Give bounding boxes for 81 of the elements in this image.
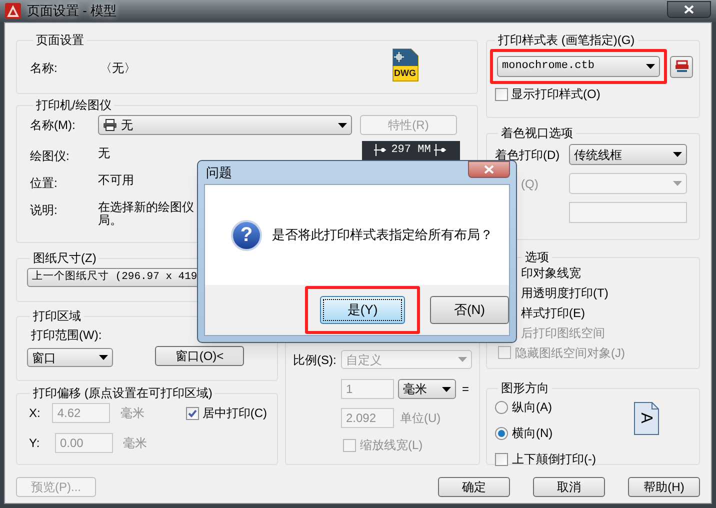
message-text: 是否将此打印样式表指定给所有布局？ — [272, 226, 493, 244]
label: 显示打印样式(O) — [511, 86, 600, 103]
dialog-title: 问题 — [206, 164, 232, 182]
dropdown[interactable]: 传统线框 — [569, 144, 687, 165]
label: 说明: — [30, 202, 58, 219]
label: 上下颠倒打印(-) — [512, 451, 596, 468]
caret-icon — [338, 122, 347, 128]
caret-icon — [458, 357, 467, 362]
page-letter: A — [637, 412, 654, 424]
group-title: 打印区域 — [32, 308, 82, 324]
group-title: 图纸尺寸(Z) — [32, 250, 98, 266]
label: 〈无〉 — [100, 60, 136, 77]
dropdown[interactable]: monochrome.ctb — [497, 56, 660, 77]
group-title: 打印样式表 (画笔指定)(G) — [497, 32, 636, 48]
label: 毫米 — [120, 405, 144, 422]
dimension-marker-icon — [434, 144, 448, 156]
button[interactable]: 取消 — [533, 477, 605, 497]
style-edit-button[interactable] — [670, 56, 693, 78]
button[interactable]: 确定 — [438, 477, 510, 497]
label: 样式打印(E) — [521, 304, 585, 322]
label: 着色打印(D) — [495, 146, 561, 164]
label: 隐藏图纸空间对象(J) — [515, 344, 625, 362]
label: 位置: — [30, 175, 58, 192]
group-title: 图形方向 — [500, 380, 550, 396]
label: = — [462, 381, 470, 398]
checkbox[interactable] — [495, 88, 508, 100]
window-title: 页面设置 - 模型 — [27, 2, 117, 20]
value-text: 不可用 — [98, 174, 134, 187]
value-text: 无 — [98, 147, 110, 160]
printer-icon — [103, 119, 117, 131]
label: 打印范围(W): — [31, 327, 103, 344]
caret-icon — [99, 355, 108, 360]
caret-icon — [673, 152, 682, 157]
label: X: — [29, 405, 42, 422]
label: 绘图仪: — [30, 148, 70, 165]
dropdown[interactable]: 窗口 — [27, 348, 113, 367]
label: 用透明度打印(T) — [521, 284, 608, 302]
file-icon — [391, 48, 419, 82]
group-title: 打印机/绘图仪 — [35, 97, 112, 113]
label: 名称: — [30, 60, 58, 77]
label: 后打印图纸空间 — [521, 324, 605, 342]
caret-icon — [442, 386, 451, 392]
radio-button[interactable] — [495, 426, 508, 440]
icon-label: DWG — [394, 68, 416, 78]
label: Y: — [29, 435, 41, 452]
label: 缩放线宽(L) — [360, 437, 423, 454]
checkbox[interactable] — [495, 452, 508, 466]
question-icon: ? — [231, 220, 262, 250]
window-button[interactable]: 窗口(O)< — [155, 346, 244, 366]
label: 名称(M): — [30, 117, 76, 134]
dimension-label: 297 MM — [391, 144, 431, 156]
button[interactable]: 帮助(H) — [628, 477, 700, 497]
checkbox[interactable] — [186, 406, 200, 420]
label: 横向(N) — [512, 425, 553, 442]
label: 纵向(A) — [512, 399, 552, 416]
label: 印对象线宽 — [521, 264, 581, 282]
label: 居中打印(C) — [202, 405, 267, 422]
label: 单位(U) — [400, 410, 441, 427]
dropdown[interactable]: 无 — [98, 115, 352, 135]
label: 比例(S): — [293, 352, 338, 368]
caret-icon — [646, 64, 655, 69]
close-icon — [484, 165, 494, 174]
caret-icon — [673, 181, 682, 186]
group-title: 页面设置 — [35, 32, 85, 48]
button[interactable]: 否(N) — [430, 296, 509, 324]
input-field[interactable] — [569, 202, 687, 223]
value-text: 在选择新的绘图仪 — [98, 201, 194, 214]
app-icon — [5, 3, 21, 19]
close-button[interactable] — [667, 0, 711, 18]
page-icon — [634, 402, 659, 435]
printer-icon — [674, 60, 688, 73]
dimension-marker-icon — [374, 144, 388, 156]
group-title: 打印偏移 (原点设置在可打印区域) — [32, 385, 214, 401]
value-text: 局。 — [98, 214, 123, 227]
label: 毫米 — [123, 435, 147, 452]
close-icon — [684, 4, 694, 14]
group-title: 选项 — [524, 249, 550, 265]
label: (Q) — [520, 176, 540, 192]
button[interactable]: 是(Y) — [320, 296, 405, 324]
radio-button[interactable] — [495, 400, 508, 414]
group-title: 着色视口选项 — [500, 125, 574, 141]
